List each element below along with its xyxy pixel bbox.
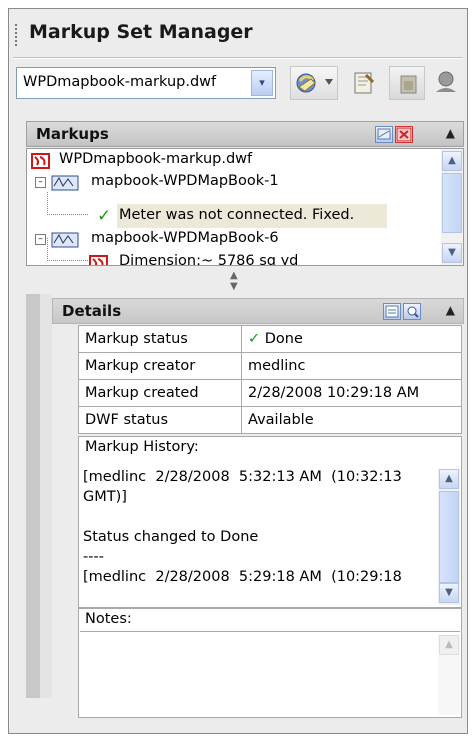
snapshot-button[interactable] bbox=[389, 66, 425, 100]
table-row: Markup creator medlinc bbox=[78, 352, 462, 380]
property-value: 2/28/2008 10:29:18 AM bbox=[241, 379, 462, 407]
property-value: Available bbox=[241, 406, 462, 434]
markup-properties-button[interactable] bbox=[430, 66, 460, 100]
splitter-icon[interactable]: ▲ ▼ bbox=[230, 270, 238, 292]
markup-red-icon bbox=[31, 153, 50, 169]
scroll-thumb[interactable] bbox=[439, 491, 459, 583]
list-view-icon bbox=[385, 305, 399, 318]
markup-history-label: Markup History: bbox=[85, 439, 199, 455]
details-margin bbox=[40, 294, 52, 698]
status-value: Done bbox=[264, 331, 303, 347]
divider bbox=[13, 57, 463, 59]
table-row: Markup created 2/28/2008 10:29:18 AM bbox=[78, 379, 462, 407]
details-layout-button[interactable] bbox=[383, 303, 401, 320]
markup-set-value: WPDmapbook-markup.dwf bbox=[23, 74, 217, 90]
search-icon bbox=[407, 306, 419, 318]
markups-header[interactable]: Markups ▲ bbox=[26, 121, 464, 147]
details-margin bbox=[26, 294, 40, 698]
tree-label: mapbook-WPDMapBook-1 bbox=[91, 173, 279, 189]
done-check-icon: ✓ bbox=[248, 331, 261, 347]
scroll-down-icon[interactable]: ▼ bbox=[442, 243, 462, 263]
table-row: DWF status Available bbox=[78, 406, 462, 434]
window: Markup Set Manager WPDmapbook-markup.dwf… bbox=[0, 0, 476, 742]
expand-toggle-icon[interactable]: – bbox=[35, 234, 46, 245]
scroll-down-icon[interactable]: ▼ bbox=[439, 583, 459, 603]
markup-document-button[interactable] bbox=[346, 66, 380, 100]
sheet-icon bbox=[377, 128, 391, 140]
publish-button[interactable] bbox=[290, 66, 338, 100]
camera-icon bbox=[400, 75, 417, 94]
property-value: ✓ Done bbox=[241, 325, 462, 353]
details-header[interactable]: Details ▲ bbox=[52, 298, 464, 324]
publish-icon bbox=[296, 73, 333, 93]
markup-red-icon bbox=[396, 127, 412, 142]
markup-history-box: Markup History: [medlinc 2/28/2008 5:32:… bbox=[78, 436, 462, 608]
notes-label: Notes: bbox=[85, 611, 132, 627]
notes-scrollbar[interactable]: ▲ bbox=[438, 635, 460, 715]
scroll-up-icon[interactable]: ▲ bbox=[439, 469, 459, 489]
markup-view-button[interactable] bbox=[395, 126, 413, 143]
property-value: medlinc bbox=[241, 352, 462, 380]
property-key: Markup creator bbox=[78, 352, 242, 380]
property-key: Markup status bbox=[78, 325, 242, 353]
markup-red-icon bbox=[89, 255, 108, 265]
markup-tree: WPDmapbook-markup.dwf – mapbook-WPDMapBo… bbox=[26, 148, 464, 266]
scroll-thumb[interactable] bbox=[442, 173, 462, 233]
property-key: Markup created bbox=[78, 379, 242, 407]
property-key: DWF status bbox=[78, 406, 242, 434]
scroll-up-icon[interactable]: ▲ bbox=[439, 635, 459, 655]
dropdown-arrow-icon[interactable]: ▾ bbox=[251, 70, 273, 96]
details-properties-table: Markup status ✓ Done Markup creator medl… bbox=[78, 325, 462, 434]
notes-box: Notes: ▲ bbox=[78, 608, 462, 718]
tree-label: mapbook-WPDMapBook-6 bbox=[91, 230, 279, 246]
history-scrollbar[interactable]: ▲ ▼ bbox=[438, 469, 460, 605]
details-zoom-button[interactable] bbox=[403, 303, 421, 320]
sheet-icon bbox=[51, 175, 79, 191]
markup-doc-icon bbox=[354, 72, 375, 94]
table-row: Markup status ✓ Done bbox=[78, 325, 462, 353]
tree-label: Dimension:~ 5786 sq yd bbox=[119, 253, 299, 266]
scroll-up-icon[interactable]: ▲ bbox=[442, 151, 462, 171]
done-check-icon: ✓ bbox=[97, 206, 112, 226]
markup-filter-button[interactable] bbox=[375, 126, 393, 143]
details-header-label: Details bbox=[62, 302, 122, 320]
notes-input[interactable] bbox=[80, 631, 460, 716]
grip-icon[interactable] bbox=[15, 24, 20, 46]
collapse-icon[interactable]: ▲ bbox=[446, 126, 455, 140]
expand-toggle-icon[interactable]: – bbox=[35, 177, 46, 188]
tree-connector bbox=[47, 192, 88, 215]
tree-label: Meter was not connected. Fixed. bbox=[119, 207, 355, 223]
markups-header-label: Markups bbox=[36, 125, 109, 143]
markup-history-text: [medlinc 2/28/2008 5:32:13 AM (10:32:13 … bbox=[83, 469, 402, 585]
tree-label: WPDmapbook-markup.dwf bbox=[59, 151, 253, 167]
collapse-icon[interactable]: ▲ bbox=[446, 303, 455, 317]
markup-set-select[interactable]: WPDmapbook-markup.dwf ▾ bbox=[16, 67, 276, 99]
tree-scrollbar[interactable]: ▲ ▼ bbox=[441, 149, 463, 265]
tree-connector bbox=[47, 238, 88, 261]
marker-icon bbox=[436, 71, 456, 92]
panel-title: Markup Set Manager bbox=[29, 21, 253, 43]
